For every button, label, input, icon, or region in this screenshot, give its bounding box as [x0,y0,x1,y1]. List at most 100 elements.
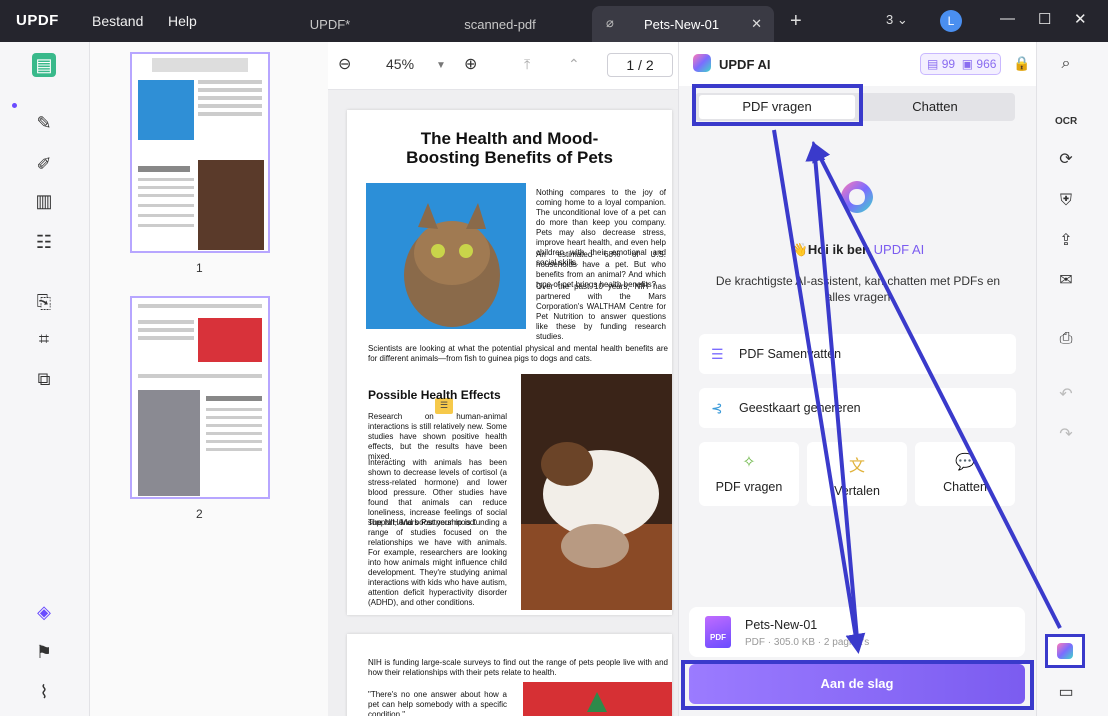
greeting-text: 👋Hoi ik ben [791,242,871,257]
zoom-out-icon[interactable]: ⊖ [338,54,351,74]
list-icon: ☰ [711,346,724,362]
summarize-pdf-option[interactable]: ☰ PDF Samenvatten [699,334,1016,374]
highlight-icon[interactable]: ✎ [32,111,56,135]
save-icon[interactable]: ⎙ [1055,328,1077,350]
card-label: PDF vragen [715,480,783,494]
lock-icon[interactable]: 🔒 [1013,55,1030,72]
search-icon[interactable]: ⌕ [1055,53,1077,75]
thumbnail-page-2-preview [138,304,262,496]
tab-scanned-pdf[interactable]: scanned-pdf [420,6,580,42]
mindmap-option[interactable]: ⊰ Geestkaart genereren [699,388,1016,428]
page-indicator[interactable]: 1 / 2 [607,53,673,77]
indicator-dot [12,103,17,108]
app-logo: UPDF [16,12,59,29]
new-tab-icon[interactable]: + [790,10,802,33]
updf-ai-button[interactable] [1045,634,1085,668]
tab-chatten[interactable]: Chatten [859,95,1011,119]
card-label: Chatten [943,480,987,494]
tab-label: Pets-New-01 [644,16,720,32]
cat-photo [366,183,526,329]
thumbnail-panel: 1 2 [90,42,328,716]
document-title: The Health and Mood-Boosting Benefits of… [406,129,613,167]
file-meta: PDF · 305.0 KB · 2 pagina's [745,637,870,648]
viewer-toolbar: ⊖ 45% ▼ ⊕ ⤒ ⌃ 1 / 2 [328,42,678,90]
thumbnail-number-2: 2 [196,507,203,521]
avatar[interactable]: L [940,10,962,32]
minimize-icon[interactable]: — [1000,10,1015,27]
ai-header: UPDF AI ▤ 99 ▣ 966 🔒 [679,42,1037,86]
window-count[interactable]: 3 ⌄ [886,12,908,28]
thumbnail-page-1[interactable] [130,52,270,253]
tab-label: scanned-pdf [464,16,536,32]
chat-credit-icon: ▣ [961,57,974,71]
left-tool-rail: ▤ ✎ ✐ ▥ ☷ ⎘ ⌗ ⧉ ◈ ⚑ ⌇ [0,42,90,716]
effects-paragraph-3: The NIH/Mars Partnership is funding a ra… [368,518,507,607]
layers-icon[interactable]: ◈ [32,600,56,624]
maximize-icon[interactable]: ☐ [1038,10,1051,28]
nih-paragraph: Over the past 10 years, NIH has partnere… [536,282,666,341]
share-icon[interactable]: ⇪ [1055,230,1077,252]
convert-icon[interactable]: ⎘ [32,290,56,314]
close-window-icon[interactable]: ✕ [1074,10,1087,28]
ai-panel: UPDF AI ▤ 99 ▣ 966 🔒 PDF vragen Chatten … [678,42,1037,716]
thumbnail-page-2[interactable] [130,296,270,499]
mindmap-icon: ⊰ [711,400,723,416]
tab-updf[interactable]: UPDF* [250,6,410,42]
menu-help[interactable]: Help [168,13,197,29]
page2-paragraph-2: "There's no one answer about how a pet c… [368,690,507,716]
reader-icon[interactable]: ▤ [32,53,56,77]
file-name: Pets-New-01 [745,618,818,632]
document-credit-icon: ▤ [927,57,939,71]
close-tab-icon[interactable]: ✕ [751,16,762,32]
dog-and-cat-photo [521,374,672,610]
current-file-card: PDF Pets-New-01 PDF · 305.0 KB · 2 pagin… [689,607,1025,657]
title-bar: UPDF Bestand Help UPDF* scanned-pdf ⌀ Pe… [0,0,1108,42]
credits-b: 966 [976,57,997,71]
right-tool-rail: ⌕ OCR ⟳ ⛨ ⇪ ✉ ⎙ ↶ ↷ ▭ [1036,42,1108,716]
document-page-2: NIH is funding large-scale surveys to fi… [347,634,672,716]
pdf-file-icon: PDF [705,616,731,648]
page2-paragraph-1: NIH is funding large-scale surveys to fi… [368,658,668,677]
protect-icon[interactable]: ⛨ [1055,190,1077,212]
ocr-icon[interactable]: OCR [1055,111,1077,133]
translate-icon: 文 [848,458,865,475]
page-organize-icon[interactable]: ▥ [32,189,56,213]
greeting-brand: UPDF AI [873,242,925,257]
chat-bubble-icon: 💬 [955,454,975,471]
section-heading: Possible Health Effects [368,388,501,402]
scientists-paragraph: Scientists are looking at what the poten… [368,344,668,363]
email-icon[interactable]: ✉ [1055,270,1077,292]
option-label: Geestkaart genereren [739,401,861,415]
highlight-pdf-vragen [692,84,863,126]
tab-label: UPDF* [309,16,351,32]
holiday-photo [523,682,672,716]
updf-ai-icon [1057,643,1073,659]
attachment-icon[interactable]: ⌇ [32,680,56,704]
redo-icon[interactable]: ↷ [1055,424,1077,446]
ai-subtitle: De krachtigste AI-assistent, kan chatten… [715,274,1001,304]
bookmark-icon[interactable]: ⚑ [32,640,56,664]
first-page-icon[interactable]: ⤒ [524,56,530,73]
compress-icon[interactable]: ⧉ [32,367,56,391]
chat-card[interactable]: 💬 Chatten [915,442,1015,506]
highlight-get-started [681,660,1034,710]
zoom-dropdown-icon[interactable]: ▼ [436,60,446,71]
form-icon[interactable]: ☷ [32,230,56,254]
translate-card[interactable]: 文 Vertalen [807,442,907,506]
menu-bestand[interactable]: Bestand [92,13,143,29]
convert-pdf-icon[interactable]: ⟳ [1055,149,1077,171]
previous-page-icon[interactable]: ⌃ [568,56,580,73]
comment-panel-icon[interactable]: ▭ [1055,682,1077,704]
ai-title: UPDF AI [719,57,771,72]
document-page-1: The Health and Mood-Boosting Benefits of… [347,110,672,615]
thumbnail-number-1: 1 [196,261,203,275]
ask-pdf-card[interactable]: ✧ PDF vragen [699,442,799,506]
crop-icon[interactable]: ⌗ [32,327,56,351]
zoom-in-icon[interactable]: ⊕ [464,54,477,74]
undo-icon[interactable]: ↶ [1055,384,1077,406]
zoom-level[interactable]: 45% [386,56,414,72]
scan-icon: ⌀ [606,15,614,30]
tab-pets-new-01[interactable]: ⌀ Pets-New-01 ✕ [592,6,774,42]
edit-pdf-icon[interactable]: ✐ [32,152,56,176]
credits-badge[interactable]: ▤ 99 ▣ 966 [920,53,1001,75]
